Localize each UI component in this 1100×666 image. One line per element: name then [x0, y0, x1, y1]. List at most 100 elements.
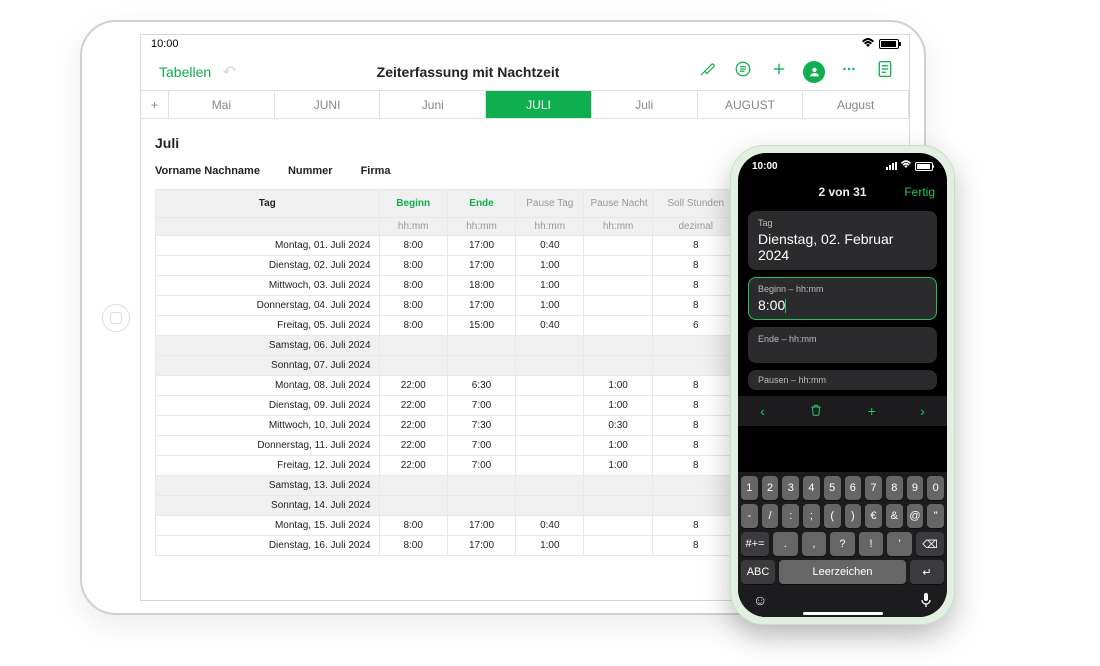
cell[interactable]: 8 — [652, 236, 739, 256]
key[interactable]: ) — [845, 504, 862, 528]
cell[interactable]: 0:30 — [584, 416, 652, 436]
col-soll[interactable]: Soll Stunden — [652, 190, 739, 218]
cell[interactable] — [584, 476, 652, 496]
next-record-button[interactable]: › — [920, 403, 925, 419]
cell[interactable]: Donnerstag, 04. Juli 2024 — [156, 296, 380, 316]
cell[interactable]: 8:00 — [379, 516, 447, 536]
home-indicator[interactable] — [803, 612, 883, 615]
cell[interactable] — [516, 336, 584, 356]
key[interactable]: - — [741, 504, 758, 528]
home-button[interactable] — [102, 304, 130, 332]
sheet-tab[interactable]: JUNI — [275, 91, 381, 118]
add-sheet-button[interactable]: + — [141, 91, 169, 118]
cell[interactable]: 6 — [652, 316, 739, 336]
cell[interactable]: Freitag, 12. Juli 2024 — [156, 456, 380, 476]
sheet-tab[interactable]: AUGUST — [698, 91, 804, 118]
key[interactable]: 5 — [824, 476, 841, 500]
cell[interactable] — [516, 436, 584, 456]
col-beginn[interactable]: Beginn — [379, 190, 447, 218]
cell[interactable]: 17:00 — [447, 516, 515, 536]
cell[interactable] — [652, 356, 739, 376]
key[interactable]: 4 — [803, 476, 820, 500]
cell[interactable] — [584, 336, 652, 356]
cell[interactable]: Dienstag, 09. Juli 2024 — [156, 396, 380, 416]
cell[interactable]: 7:30 — [447, 416, 515, 436]
cell[interactable] — [584, 276, 652, 296]
cell[interactable]: Mittwoch, 03. Juli 2024 — [156, 276, 380, 296]
cell[interactable] — [516, 356, 584, 376]
cell[interactable] — [379, 476, 447, 496]
cell[interactable]: 1:00 — [584, 376, 652, 396]
cell[interactable]: 22:00 — [379, 396, 447, 416]
cell[interactable] — [447, 356, 515, 376]
cell[interactable]: Donnerstag, 11. Juli 2024 — [156, 436, 380, 456]
cell[interactable]: 8 — [652, 436, 739, 456]
sub-hhmm[interactable]: hh:mm — [584, 218, 652, 236]
cell[interactable]: 8:00 — [379, 316, 447, 336]
cell[interactable] — [584, 496, 652, 516]
cell[interactable] — [516, 456, 584, 476]
cell[interactable]: 8:00 — [379, 236, 447, 256]
mic-button[interactable] — [920, 592, 932, 611]
cell[interactable]: 8 — [652, 376, 739, 396]
cell[interactable]: 17:00 — [447, 256, 515, 276]
more-icon[interactable] — [837, 60, 861, 83]
sub-hhmm[interactable]: hh:mm — [447, 218, 515, 236]
cell[interactable]: 7:00 — [447, 436, 515, 456]
sheet-tab[interactable]: August — [803, 91, 909, 118]
cell[interactable]: 8 — [652, 256, 739, 276]
cell[interactable]: 0:40 — [516, 236, 584, 256]
field-ende[interactable]: Ende – hh:mm — [748, 327, 937, 363]
cell[interactable]: 22:00 — [379, 416, 447, 436]
key-space[interactable]: Leerzeichen — [779, 560, 906, 584]
cell[interactable]: Samstag, 13. Juli 2024 — [156, 476, 380, 496]
key[interactable]: : — [782, 504, 799, 528]
cell[interactable] — [652, 336, 739, 356]
emoji-button[interactable]: ☺ — [753, 592, 767, 611]
key-symbols[interactable]: #+= — [741, 532, 769, 556]
cell[interactable]: 22:00 — [379, 436, 447, 456]
cell[interactable]: 7:00 — [447, 456, 515, 476]
key[interactable]: , — [802, 532, 827, 556]
cell[interactable]: 17:00 — [447, 536, 515, 556]
cell[interactable] — [516, 416, 584, 436]
cell[interactable]: 17:00 — [447, 296, 515, 316]
key[interactable]: . — [773, 532, 798, 556]
cell[interactable] — [447, 336, 515, 356]
cell[interactable] — [447, 496, 515, 516]
key[interactable]: 3 — [782, 476, 799, 500]
cell[interactable]: 8:00 — [379, 256, 447, 276]
cell[interactable]: 22:00 — [379, 376, 447, 396]
key[interactable]: ; — [803, 504, 820, 528]
delete-button[interactable] — [809, 403, 823, 420]
cell[interactable]: 1:00 — [516, 256, 584, 276]
cell[interactable]: 8 — [652, 296, 739, 316]
cell[interactable] — [584, 536, 652, 556]
cell[interactable]: 8 — [652, 516, 739, 536]
cell[interactable]: 8:00 — [379, 296, 447, 316]
cell[interactable] — [516, 496, 584, 516]
sheet-tab[interactable]: JULI — [486, 91, 592, 118]
cell[interactable] — [516, 396, 584, 416]
cell[interactable] — [379, 496, 447, 516]
done-button[interactable]: Fertig — [904, 185, 935, 199]
sheet-tab[interactable]: Mai — [169, 91, 275, 118]
cell[interactable]: Mittwoch, 10. Juli 2024 — [156, 416, 380, 436]
cell[interactable]: 1:00 — [584, 436, 652, 456]
cell[interactable]: 15:00 — [447, 316, 515, 336]
key[interactable]: / — [762, 504, 779, 528]
cell[interactable] — [652, 476, 739, 496]
key[interactable]: 1 — [741, 476, 758, 500]
cell[interactable] — [584, 236, 652, 256]
cell[interactable] — [516, 476, 584, 496]
cell[interactable]: 0:40 — [516, 316, 584, 336]
document-icon[interactable] — [873, 60, 897, 83]
cell[interactable] — [584, 296, 652, 316]
key[interactable]: ? — [830, 532, 855, 556]
undo-icon[interactable]: ↶ — [217, 62, 241, 82]
cell[interactable]: 0:40 — [516, 516, 584, 536]
cell[interactable]: 8:00 — [379, 536, 447, 556]
col-pause-tag[interactable]: Pause Tag — [516, 190, 584, 218]
field-pausen[interactable]: Pausen – hh:mm — [748, 370, 937, 390]
cell[interactable] — [584, 356, 652, 376]
